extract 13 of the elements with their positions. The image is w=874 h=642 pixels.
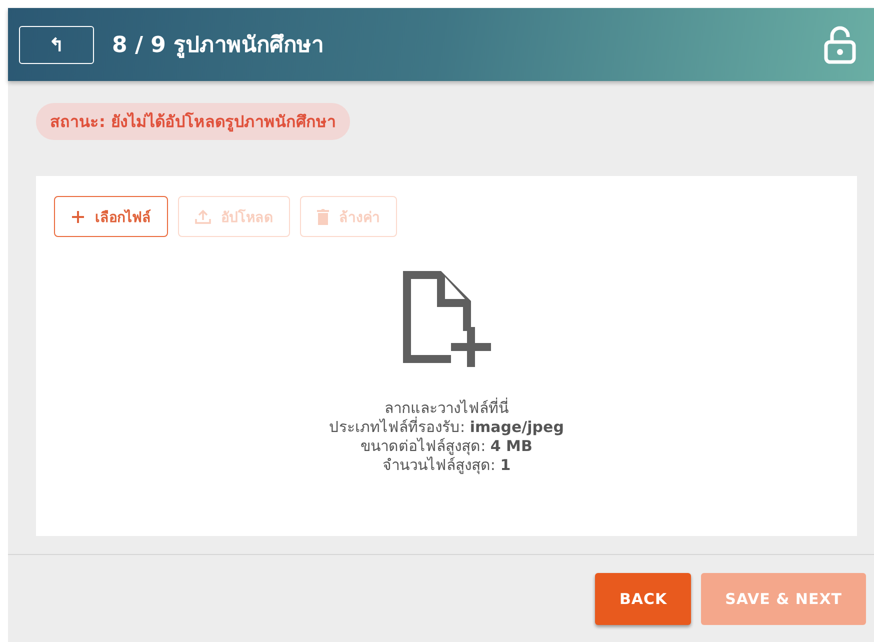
status-badge: สถานะ: ยังไม่ได้อัปโหลดรูปภาพนักศึกษา <box>36 103 350 140</box>
page-title: 8 / 9 รูปภาพนักศึกษา <box>112 32 325 60</box>
trash-icon <box>317 208 329 225</box>
back-button[interactable]: ↰ <box>19 26 94 64</box>
back-button[interactable]: BACK <box>595 572 692 625</box>
dropzone-info-text: ประเภทไฟล์ที่รองรับ: image/jpeg <box>329 418 564 438</box>
choose-file-button[interactable]: เลือกไฟล์ <box>54 196 168 238</box>
upload-icon <box>195 209 211 224</box>
dropzone-info-text: ขนาดต่อไฟล์สูงสุด: 4 MB <box>360 437 532 456</box>
dropzone-info-text: จำนวนไฟล์สูงสุด: 1 <box>382 456 511 476</box>
plus-icon <box>71 210 85 224</box>
dropzone-info-text: ลากและวางไฟล์ที่นี่ <box>384 399 508 418</box>
unlocked-lock-icon[interactable] <box>824 26 856 64</box>
